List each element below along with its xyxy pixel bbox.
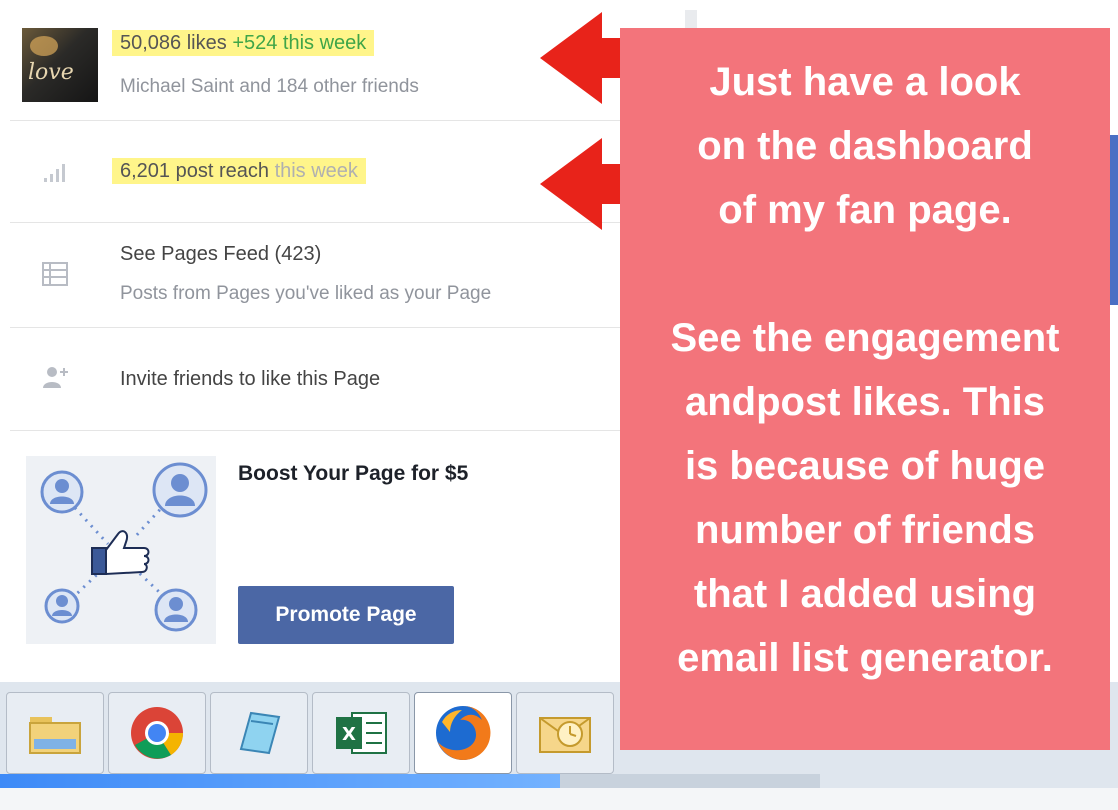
taskbar-chrome[interactable]: [108, 692, 206, 774]
post-reach-count: 6,201 post reach: [120, 160, 269, 182]
post-reach-line: 6,201 post reach this week: [112, 158, 366, 184]
pages-feed-row[interactable]: See Pages Feed (423) Posts from Pages yo…: [10, 223, 685, 328]
folder-icon: [29, 717, 81, 754]
svg-text:X: X: [342, 724, 356, 745]
outlook-icon: [539, 717, 591, 753]
firefox-icon: [436, 705, 491, 760]
boost-illustration: [26, 456, 216, 644]
boost-title: Boost Your Page for $5: [238, 462, 469, 485]
taskbar-notepad[interactable]: [210, 692, 308, 774]
annotation-text: Just have a look on the dashboard of my …: [670, 60, 1060, 680]
likes-weekly-delta: +524 this week: [232, 32, 367, 54]
promote-page-button[interactable]: Promote Page: [238, 586, 454, 644]
taskbar-firefox[interactable]: [414, 692, 512, 774]
taskbar-file-explorer[interactable]: [6, 692, 104, 774]
pages-feed-description: Posts from Pages you've liked as your Pa…: [120, 283, 492, 304]
taskbar-outlook[interactable]: [516, 692, 614, 774]
thumbnail-glow: [30, 36, 58, 56]
reach-highlight: 6,201 post reach this week: [112, 158, 366, 184]
thumbs-up-icon: [91, 530, 150, 576]
feed-list-icon: [42, 262, 68, 286]
signal-bars-icon: [44, 164, 65, 182]
annotation-overlay: Just have a look on the dashboard of my …: [620, 28, 1110, 750]
likes-highlight: 50,086 likes +524 this week: [112, 30, 375, 56]
taskbar-excel[interactable]: X: [312, 692, 410, 774]
screen-bottom-strip: [0, 788, 1118, 810]
invite-row[interactable]: Invite friends to like this Page: [10, 328, 685, 431]
taskbar-progress-bar: [0, 774, 560, 788]
invite-friends-link[interactable]: Invite friends to like this Page: [120, 368, 380, 391]
excel-icon: X: [336, 712, 387, 754]
pages-feed-link[interactable]: See Pages Feed (423): [120, 243, 321, 266]
page-profile-thumbnail[interactable]: love: [22, 28, 98, 102]
likes-count: 50,086 likes: [120, 32, 227, 54]
reach-period: this week: [274, 160, 358, 182]
taskbar-progress-track: [560, 774, 820, 788]
likes-count-line: 50,086 likes +524 this week: [112, 30, 375, 56]
add-friend-icon: [43, 367, 68, 388]
friends-who-like[interactable]: Michael Saint and 184 other friends: [120, 76, 419, 98]
thumbnail-text: love: [28, 60, 74, 85]
chrome-icon: [131, 707, 184, 759]
friends-network-icon: [40, 462, 208, 632]
notepad-icon: [239, 711, 281, 755]
